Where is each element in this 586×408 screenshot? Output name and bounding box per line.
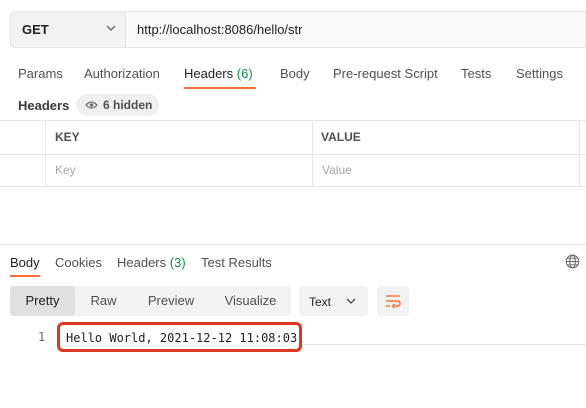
tab-body[interactable]: Body bbox=[280, 66, 310, 81]
format-label: Text bbox=[309, 295, 332, 309]
response-divider[interactable] bbox=[0, 244, 586, 245]
tab-headers-label: Headers bbox=[184, 66, 234, 81]
method-select[interactable]: GET bbox=[11, 12, 126, 47]
response-tab-headers-label: Headers bbox=[117, 255, 167, 270]
active-tab-indicator bbox=[184, 87, 256, 89]
view-mode-visualize[interactable]: Visualize bbox=[210, 286, 291, 316]
current-line-rule bbox=[300, 344, 586, 345]
response-tab-test-results[interactable]: Test Results bbox=[201, 255, 272, 270]
column-header-key: KEY bbox=[55, 130, 80, 144]
view-mode-raw[interactable]: Raw bbox=[75, 286, 132, 316]
table-col-divider bbox=[45, 120, 46, 186]
tab-headers-count: (6) bbox=[236, 66, 253, 81]
tab-authorization[interactable]: Authorization bbox=[84, 66, 160, 81]
table-row-divider bbox=[0, 154, 586, 155]
response-body-editor[interactable]: 1 Hello World, 2021-12-12 11:08:03 bbox=[0, 322, 586, 362]
tab-pre-request-script[interactable]: Pre-request Script bbox=[333, 66, 438, 81]
table-border-top bbox=[0, 120, 586, 121]
hidden-headers-toggle[interactable]: 6 hidden bbox=[76, 94, 159, 116]
chevron-down-icon bbox=[346, 298, 356, 304]
hidden-headers-label: 6 hidden bbox=[103, 98, 153, 112]
response-tabs: Body Cookies Headers (3) Test Results bbox=[0, 246, 586, 276]
tab-settings[interactable]: Settings bbox=[516, 66, 563, 81]
wrap-lines-icon bbox=[386, 295, 401, 309]
response-tab-cookies[interactable]: Cookies bbox=[55, 255, 102, 270]
table-col-divider bbox=[312, 120, 313, 186]
column-header-value: VALUE bbox=[321, 130, 361, 144]
format-select[interactable]: Text bbox=[299, 286, 368, 316]
active-response-tab-indicator bbox=[10, 275, 40, 277]
headers-title: Headers bbox=[18, 98, 70, 113]
highlight-annotation-box bbox=[57, 322, 302, 352]
table-border-bottom bbox=[0, 186, 586, 187]
table-col-divider bbox=[579, 120, 580, 186]
view-mode-pretty[interactable]: Pretty bbox=[10, 286, 75, 316]
response-tab-body[interactable]: Body bbox=[10, 255, 40, 270]
eye-icon bbox=[85, 101, 98, 109]
request-tabs: Params Authorization Headers (6) Body Pr… bbox=[0, 58, 586, 88]
wrap-lines-button[interactable] bbox=[377, 286, 409, 316]
key-input[interactable]: Key bbox=[55, 163, 76, 177]
headers-toolbar: Headers 6 hidden bbox=[0, 94, 586, 118]
chevron-down-icon bbox=[106, 25, 116, 31]
tab-params[interactable]: Params bbox=[18, 66, 63, 81]
view-mode-selector: Pretty Raw Preview Visualize bbox=[10, 286, 291, 316]
method-label: GET bbox=[22, 22, 49, 37]
tab-headers[interactable]: Headers (6) bbox=[184, 66, 253, 81]
value-input[interactable]: Value bbox=[322, 163, 352, 177]
response-tab-headers[interactable]: Headers (3) bbox=[117, 255, 186, 270]
line-number: 1 bbox=[38, 330, 46, 344]
view-mode-preview[interactable]: Preview bbox=[132, 286, 210, 316]
response-tab-headers-count: (3) bbox=[169, 255, 186, 270]
url-input[interactable]: http://localhost:8086/hello/str bbox=[137, 22, 303, 37]
headers-table: KEY VALUE Key Value bbox=[0, 120, 586, 187]
request-url-bar: GET http://localhost:8086/hello/str bbox=[10, 11, 586, 48]
tab-tests[interactable]: Tests bbox=[461, 66, 491, 81]
globe-icon[interactable] bbox=[565, 254, 580, 269]
